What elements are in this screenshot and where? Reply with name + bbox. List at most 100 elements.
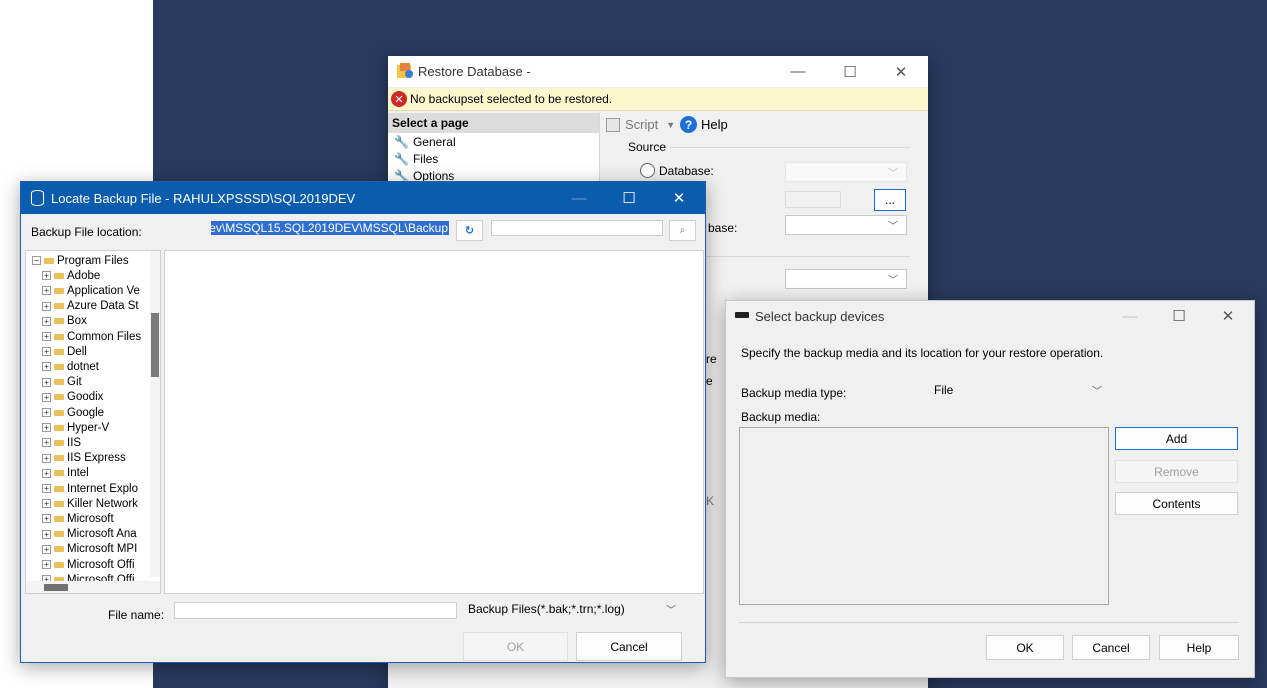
search-button[interactable]: ⌕ [669, 220, 696, 241]
minimize-button[interactable]: — [556, 182, 602, 214]
file-list[interactable] [164, 250, 704, 594]
ok-button[interactable]: OK [463, 632, 568, 661]
contents-button[interactable]: Contents [1115, 492, 1238, 515]
expand-icon[interactable]: + [42, 316, 51, 326]
expand-icon[interactable]: + [42, 514, 51, 524]
expand-icon[interactable]: + [42, 347, 51, 357]
tree-horizontal-scrollbar[interactable] [26, 581, 160, 593]
media-list[interactable] [739, 427, 1109, 605]
tree-item[interactable]: + Microsoft Offi [42, 557, 135, 572]
nav-general[interactable]: 🔧 General [394, 135, 456, 149]
location-input[interactable]: Dev\MSSQL15.SQL2019DEV\MSSQL\Backup [211, 220, 449, 238]
browse-device-button[interactable]: ... [874, 189, 906, 211]
tree-hscroll-thumb[interactable] [44, 584, 68, 591]
tree-item[interactable]: + Application Ve [42, 283, 140, 298]
expand-icon[interactable]: + [42, 392, 51, 402]
folder-icon [54, 561, 64, 568]
tree-item-label: Internet Explo [67, 482, 138, 495]
tree-item[interactable]: + Google [42, 405, 104, 420]
expand-icon[interactable]: + [42, 468, 51, 478]
expand-icon[interactable]: + [42, 301, 51, 311]
tree-item[interactable]: + Box [42, 314, 87, 329]
expand-icon[interactable]: + [42, 408, 51, 417]
tree-item[interactable]: + Common Files [42, 329, 141, 344]
tree-item[interactable]: + Killer Network [42, 496, 138, 511]
folder-icon [54, 379, 64, 386]
media-type-combo[interactable]: File ﹀ [928, 380, 1110, 400]
restore-app-icon [396, 62, 414, 80]
maximize-button[interactable]: ☐ [1156, 301, 1202, 331]
device-field[interactable] [785, 191, 841, 208]
tree-item[interactable]: + Adobe [42, 268, 100, 283]
expand-icon[interactable]: + [42, 438, 51, 448]
help-button[interactable]: ? Help [680, 116, 728, 133]
filename-input[interactable] [174, 602, 457, 619]
remove-button[interactable]: Remove [1115, 460, 1238, 483]
restore-to-combo[interactable]: ﹀ [785, 269, 907, 289]
expand-icon[interactable]: + [42, 286, 51, 296]
tree-item-label: Google [67, 406, 105, 419]
expand-icon[interactable]: + [42, 560, 51, 569]
tree-item[interactable]: + Goodix [42, 390, 103, 405]
help-button[interactable]: Help [1159, 635, 1239, 660]
maximize-button[interactable]: ☐ [606, 182, 652, 214]
wrench-icon: 🔧 [394, 135, 409, 149]
tree-item[interactable]: + IIS [42, 435, 81, 450]
tree-scroll-thumb[interactable] [151, 313, 159, 377]
folder-icon [54, 318, 64, 325]
tree-item[interactable]: + dotnet [42, 359, 99, 374]
tree-item[interactable]: + Internet Explo [42, 481, 138, 496]
expand-icon[interactable]: + [42, 484, 51, 493]
tree-item-label: Application Ve [67, 284, 140, 297]
media-type-label: Backup media type: [741, 386, 847, 400]
database-radio[interactable] [640, 163, 655, 178]
expand-icon[interactable]: + [42, 271, 51, 281]
nav-files[interactable]: 🔧 Files [394, 152, 438, 166]
tree-item[interactable]: + IIS Express [42, 451, 126, 466]
tree-item[interactable]: + Dell [42, 344, 87, 359]
maximize-button[interactable]: ☐ [827, 56, 873, 87]
search-input[interactable] [491, 220, 663, 236]
expand-icon[interactable]: + [42, 362, 51, 372]
partial-database-label: base: [708, 221, 738, 235]
expand-icon[interactable]: + [42, 544, 51, 554]
tree-item[interactable]: + Intel [42, 466, 89, 481]
cancel-button[interactable]: Cancel [1072, 635, 1150, 660]
script-button[interactable]: Script ▼ [606, 117, 675, 132]
minimize-button[interactable]: — [775, 56, 821, 87]
folder-tree[interactable]: − Program Files + Adobe + Application Ve + Azur… [25, 250, 161, 594]
tree-item[interactable]: + Microsoft Ana [42, 527, 137, 542]
target-database-combo[interactable]: ﹀ [785, 215, 907, 235]
cancel-button[interactable]: Cancel [576, 632, 682, 661]
collapse-icon[interactable]: − [32, 256, 41, 265]
tree-item-label: Common Files [67, 330, 142, 343]
database-combo[interactable]: ﹀ [785, 162, 907, 182]
tree-item-label: IIS Express [67, 452, 126, 465]
restore-titlebar[interactable]: Restore Database - — ☐ ✕ [388, 56, 928, 87]
expand-icon[interactable]: + [42, 499, 51, 509]
close-button[interactable]: ✕ [656, 182, 702, 214]
tree-item[interactable]: + Azure Data St [42, 299, 139, 314]
file-type-combo[interactable]: Backup Files(*.bak;*.trn;*.log) ﹀ [462, 599, 684, 619]
add-button[interactable]: Add [1115, 427, 1238, 450]
tree-root-item[interactable]: − Program Files [32, 253, 129, 268]
locate-titlebar[interactable]: Locate Backup File - RAHULXPSSSD\SQL2019… [21, 182, 705, 214]
tree-item[interactable]: + Hyper-V [42, 420, 109, 435]
expand-icon[interactable]: + [42, 332, 51, 341]
expand-icon[interactable]: + [42, 423, 51, 433]
tree-item[interactable]: + Git [42, 375, 82, 390]
tree-item[interactable]: + Microsoft MPI [42, 542, 137, 557]
refresh-button[interactable]: ↻ [456, 220, 483, 241]
ok-button[interactable]: OK [986, 635, 1064, 660]
tree-item[interactable]: + Microsoft [42, 511, 114, 526]
close-button[interactable]: ✕ [878, 56, 924, 87]
devices-titlebar[interactable]: Select backup devices — ☐ ✕ [726, 301, 1254, 331]
expand-icon[interactable]: + [42, 453, 51, 463]
expand-icon[interactable]: + [42, 529, 51, 539]
folder-icon [54, 348, 64, 355]
close-button[interactable]: ✕ [1205, 301, 1251, 331]
footer-divider [739, 622, 1239, 623]
tree-vertical-scrollbar[interactable] [150, 251, 160, 577]
expand-icon[interactable]: + [42, 377, 51, 387]
minimize-button[interactable]: — [1107, 301, 1153, 331]
